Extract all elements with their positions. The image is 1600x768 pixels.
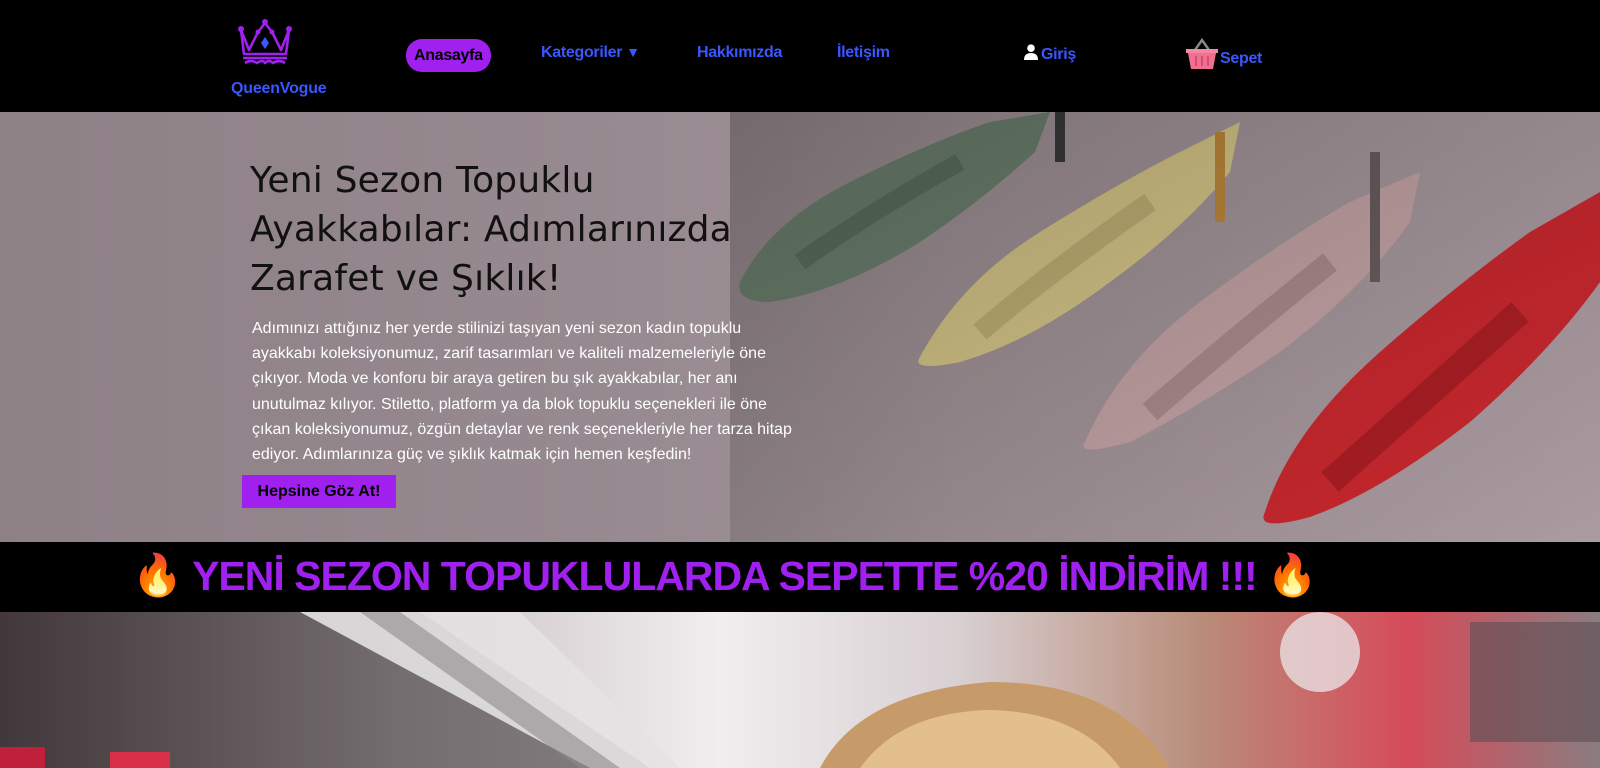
woman-shopping-image [0,612,1600,768]
basket-icon [1185,37,1219,75]
browse-all-button[interactable]: Hepsine Göz At! [242,475,396,508]
crown-icon [228,18,330,66]
store-photo [0,612,1600,768]
nav-cart[interactable]: Sepet [1185,37,1263,75]
caret-down-icon: ▼ [626,44,640,60]
nav-categories-dropdown[interactable]: Kategoriler ▼ [541,44,640,62]
nav-login-label: Giriş [1041,45,1076,63]
fire-icon: 🔥 [132,552,183,598]
nav-home[interactable]: Anasayfa [406,39,491,72]
hero-title: Yeni Sezon Topuklu Ayakkabılar: Adımları… [250,160,732,299]
promo-banner: 🔥 YENİ SEZON TOPUKLULARDA SEPETTE %20 İN… [0,542,1600,612]
nav-contact[interactable]: İletişim [837,44,890,62]
nav-cart-label: Sepet [1220,49,1263,67]
fire-icon: 🔥 [1266,552,1318,598]
promo-text-row: 🔥 YENİ SEZON TOPUKLULARDA SEPETTE %20 İN… [132,552,1318,600]
brand-logo[interactable]: QueenVogue [228,18,330,97]
hero-shoes-image [730,112,1600,542]
promo-text: YENİ SEZON TOPUKLULARDA SEPETTE %20 İNDİ… [192,552,1258,599]
nav-login[interactable]: Giriş [1024,44,1076,65]
brand-name: QueenVogue [231,80,327,97]
navbar: QueenVogue Anasayfa Kategoriler ▼ Hakkımı… [0,0,1600,112]
user-icon [1024,44,1038,65]
nav-categories-label: Kategoriler [541,44,623,61]
nav-about[interactable]: Hakkımızda [697,44,782,62]
hero-section: Yeni Sezon Topuklu Ayakkabılar: Adımları… [0,112,1600,542]
hero-description: Adımınızı attığınız her yerde stilinizi … [252,320,792,464]
